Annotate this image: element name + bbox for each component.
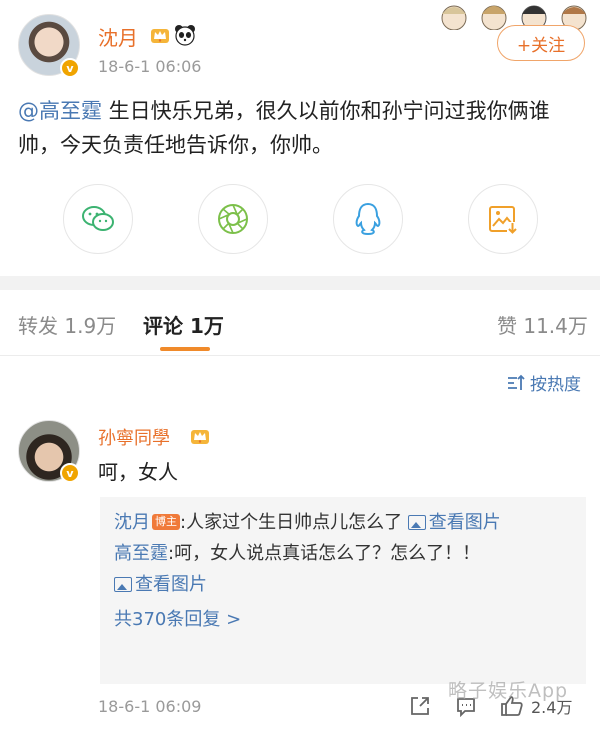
author-name[interactable]: 沈月 bbox=[98, 22, 138, 51]
comment-text: 呵，女人 bbox=[98, 460, 178, 484]
moments-icon bbox=[218, 204, 248, 234]
save-image-icon bbox=[489, 206, 518, 234]
post-time: 18-6-1 06:06 bbox=[98, 57, 202, 76]
crown-icon bbox=[151, 29, 169, 43]
commenter-verified-icon: v bbox=[60, 463, 80, 483]
reply-preview-box[interactable]: 沈月 博主:人家过个生日帅点儿怎么了 查看图片 高至霆:呵，女人说点真话怎么了？怎… bbox=[100, 497, 586, 684]
crown-icon bbox=[191, 430, 209, 444]
section-divider bbox=[0, 276, 600, 290]
active-tab-indicator bbox=[160, 347, 210, 351]
tab-comments[interactable]: 评论 1万 bbox=[143, 310, 224, 339]
qq-icon bbox=[355, 202, 381, 236]
comment-time: 18-6-1 06:09 bbox=[98, 697, 202, 716]
repost-comment-button[interactable] bbox=[407, 693, 433, 719]
post-text: @高至霆 生日快乐兄弟，很久以前你和孙宁问过我你俩谁帅，今天负责任地告诉你，你帅… bbox=[18, 94, 584, 162]
tabs-divider bbox=[0, 355, 600, 356]
post-header: v 沈月 18-6-1 06:06 +关注 bbox=[0, 0, 600, 88]
view-all-replies-link[interactable]: 共370条回复 > bbox=[114, 604, 572, 635]
reply-text: :人家过个生日帅点儿怎么了 bbox=[180, 512, 408, 533]
sort-icon bbox=[508, 374, 525, 390]
commenter-name[interactable]: 孙寧同學 bbox=[98, 424, 170, 450]
op-badge: 博主 bbox=[152, 514, 180, 530]
sort-label: 按热度 bbox=[530, 375, 581, 395]
panda-icon bbox=[175, 25, 195, 46]
wechat-icon bbox=[82, 206, 114, 231]
share-qq-button[interactable] bbox=[333, 184, 403, 254]
watermark-text: 略子娱乐App bbox=[448, 680, 569, 702]
image-icon bbox=[114, 577, 132, 592]
image-icon bbox=[407, 515, 426, 530]
reply-item: 沈月 博主:人家过个生日帅点儿怎么了 查看图片 bbox=[114, 507, 572, 538]
follow-button[interactable]: +关注 bbox=[497, 25, 585, 61]
share-wechat-button[interactable] bbox=[63, 184, 133, 254]
reply-item: 高至霆:呵，女人说点真话怎么了？怎么了！！ 查看图片 bbox=[114, 538, 572, 600]
share-arrow-icon bbox=[411, 697, 429, 715]
share-moments-button[interactable] bbox=[198, 184, 268, 254]
sort-by-hot-button[interactable]: 按热度 bbox=[506, 370, 581, 395]
share-row bbox=[0, 180, 600, 260]
reply-text: :呵，女人说点真话怎么了？怎么了！！ bbox=[168, 543, 481, 564]
mention-link[interactable]: @高至霆 bbox=[18, 99, 102, 123]
view-image-link[interactable]: 查看图片 bbox=[114, 574, 207, 595]
verified-badge-icon: v bbox=[60, 58, 80, 78]
tab-repost[interactable]: 转发 1.9万 bbox=[18, 310, 116, 339]
reply-author[interactable]: 沈月 bbox=[114, 512, 150, 533]
save-image-button[interactable] bbox=[468, 184, 538, 254]
tab-likes[interactable]: 赞 11.4万 bbox=[497, 310, 588, 339]
view-image-link[interactable]: 查看图片 bbox=[407, 512, 501, 533]
reply-author[interactable]: 高至霆 bbox=[114, 543, 168, 564]
